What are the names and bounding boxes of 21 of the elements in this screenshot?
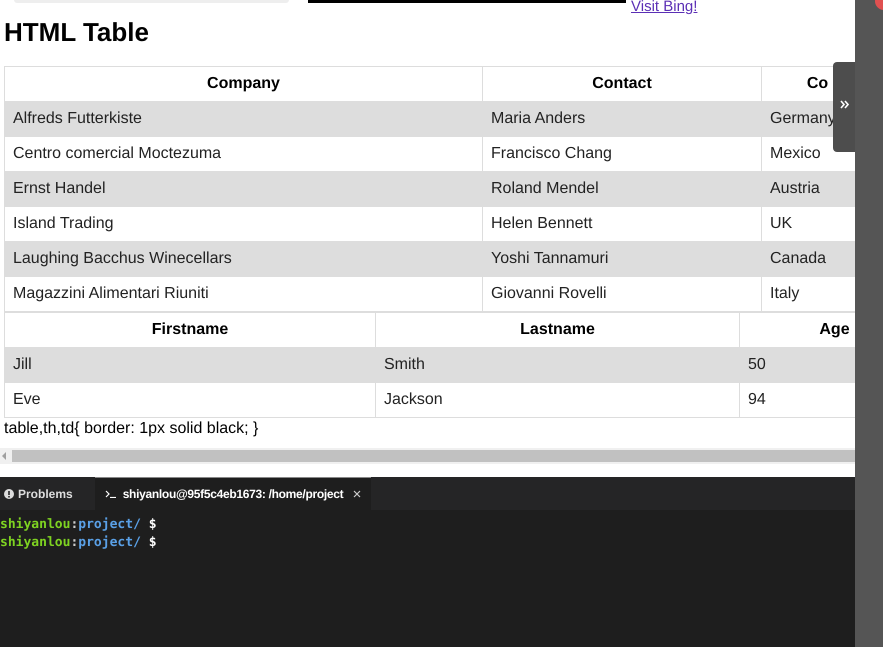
scroll-left-icon[interactable]	[1, 452, 7, 460]
info-icon	[4, 488, 14, 498]
close-icon[interactable]	[353, 490, 362, 498]
terminal-line: shiyanlou:project/ $	[0, 534, 157, 552]
panel-tab[interactable]: shiyanlou@95f5c4eb1673: /home/project	[94, 477, 372, 510]
page-heading: HTML Table	[4, 16, 149, 48]
panel-tab[interactable]: Problems	[0, 477, 77, 510]
css-rule-text: table,th,td{ border: 1px solid black; }	[4, 419, 258, 439]
terminal-icon	[104, 490, 117, 498]
column-header: Contact	[482, 66, 762, 102]
column-header: Firstname	[4, 312, 376, 348]
table-cell: Magazzini Alimentari Riuniti	[4, 276, 482, 312]
column-header: Lastname	[376, 312, 740, 348]
table-cell: Giovanni Rovelli	[482, 276, 762, 312]
column-header: Company	[4, 66, 482, 102]
double-chevron-icon	[840, 100, 848, 109]
table-cell: Eve	[4, 382, 376, 418]
terminal-line: shiyanlou:project/ $	[0, 516, 157, 534]
visit-link[interactable]: Visit Bing!	[631, 0, 698, 15]
table-cell: Jackson	[376, 382, 740, 418]
expand-panel-button[interactable]	[833, 62, 855, 152]
